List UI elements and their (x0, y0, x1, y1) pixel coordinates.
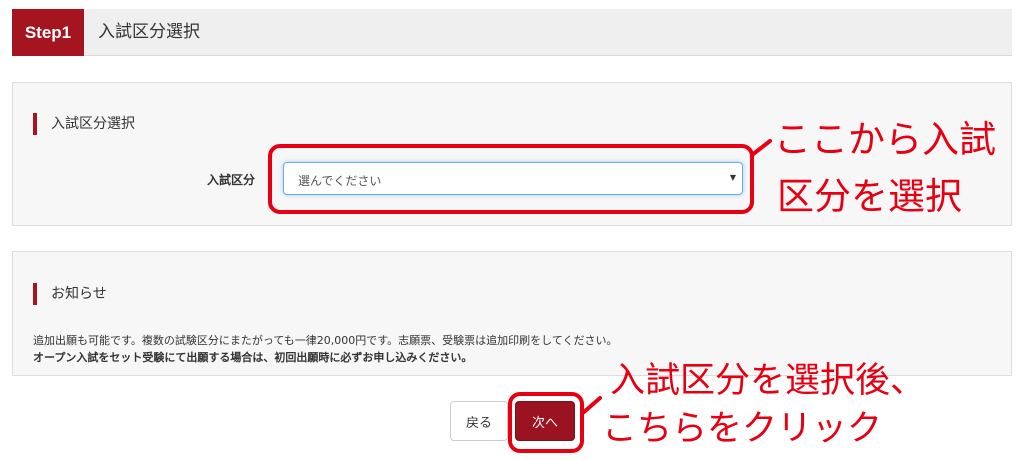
step-badge: Step1 (12, 9, 84, 56)
notice-text-1: 追加出願も可能です。複数の試験区分にまたがっても一律20,000円です。志願票、… (33, 334, 618, 347)
select-annotation-line2: 区分を選択 (777, 175, 962, 218)
notice-heading: お知らせ (33, 283, 107, 305)
page: Step1 入試区分選択 入試区分選択 入試区分 選んでください ▼ お知らせ … (0, 0, 1024, 460)
back-button[interactable]: 戻る (450, 401, 508, 441)
notice-text-2: オープン入試をセット受験にて出願する場合は、初回出願時に必ずお申し込みください。 (33, 351, 473, 364)
step-header: Step1 入試区分選択 (12, 9, 1012, 56)
next-annotation-line2: こちらをクリック (602, 409, 883, 449)
next-annotation-line1: 入試区分を選択後、 (610, 361, 926, 401)
selection-heading: 入試区分選択 (33, 113, 135, 135)
next-pointer-line (582, 396, 602, 414)
select-highlight-box (268, 144, 754, 214)
exam-category-label: 入試区分 (207, 173, 256, 187)
next-highlight-box (508, 392, 584, 453)
select-annotation-line1: ここから入試 (774, 118, 996, 161)
step-title: 入試区分選択 (98, 22, 200, 42)
